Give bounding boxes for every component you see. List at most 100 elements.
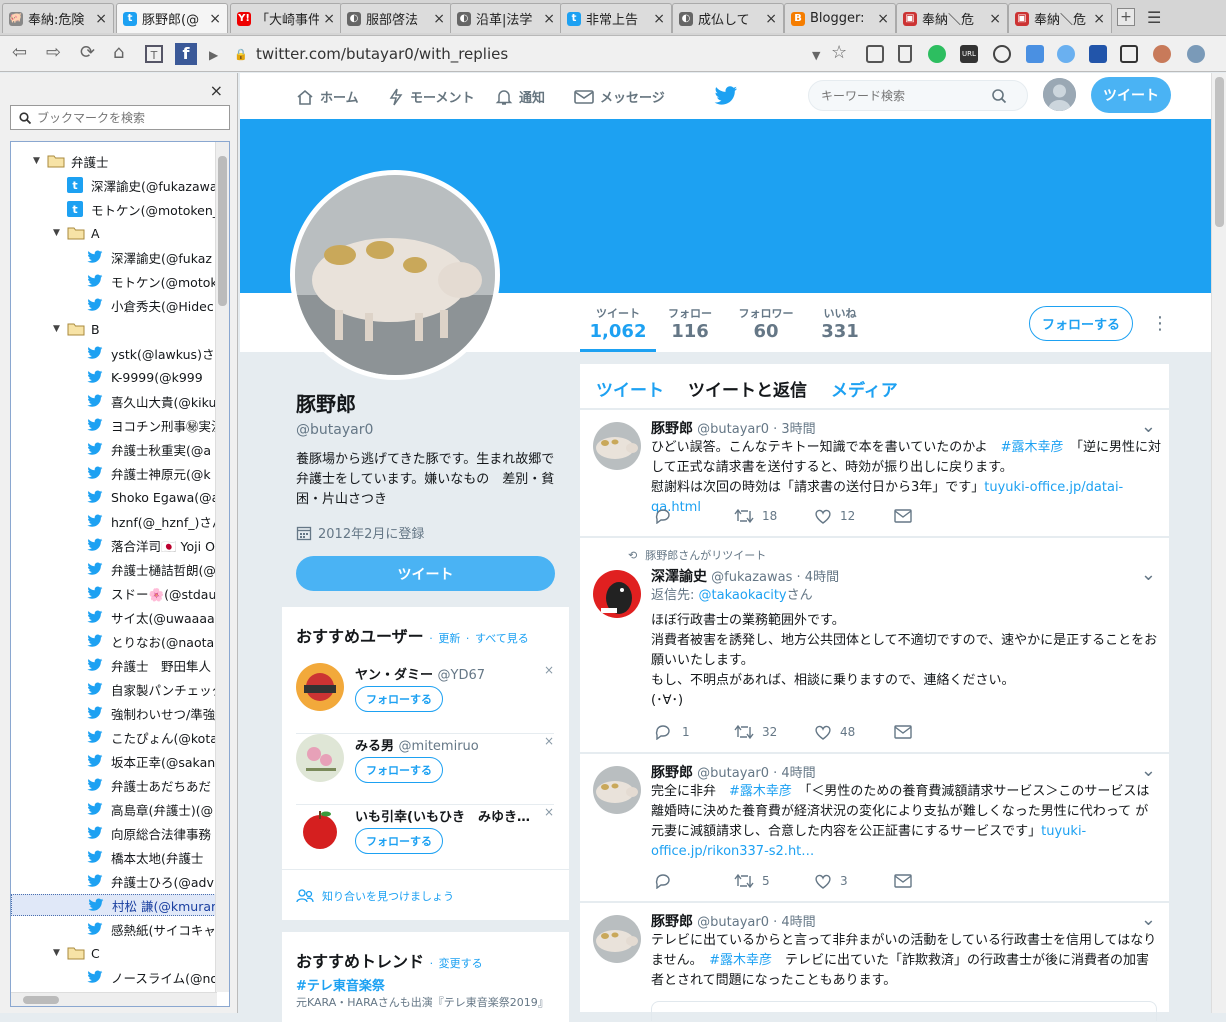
tweet-avatar[interactable] [593, 570, 641, 618]
bookmark-icon[interactable] [898, 45, 912, 63]
bookmark-item[interactable]: hznf(@_hznf_)さん [11, 510, 216, 532]
hashtag-link[interactable]: #露木幸彦 [709, 953, 772, 968]
tab-close-icon[interactable]: × [433, 11, 445, 27]
browser-tab[interactable]: Y! 「大崎事件 × [230, 3, 342, 33]
bookmark-item[interactable]: 弁護士あだちあだ [11, 774, 216, 796]
bookmark-item[interactable]: 坂本正幸(@sakan [11, 750, 216, 772]
bookmark-item[interactable]: 小倉秀夫(@Hidec [11, 294, 216, 316]
bookmark-item[interactable]: Shoko Egawa(@a [11, 486, 216, 508]
bookmark-item[interactable]: 向原総合法律事務 [11, 822, 216, 844]
page-scrollbar[interactable] [1211, 73, 1226, 1013]
trend-tag[interactable]: #テレ東音楽祭 [296, 975, 385, 994]
bookmark-search[interactable] [10, 105, 230, 130]
page-scroll-thumb[interactable] [1215, 77, 1224, 227]
tweet-author-handle[interactable]: @butayar0 [697, 915, 769, 930]
star-icon[interactable]: ☆ [831, 44, 847, 62]
suggested-user-avatar[interactable] [296, 663, 344, 711]
tree-vertical-scroll-thumb[interactable] [218, 156, 227, 306]
twitter-search-input[interactable] [821, 88, 991, 103]
tab-close-icon[interactable]: × [209, 11, 221, 27]
bookmark-item[interactable]: 弁護士樋詰哲朗(@ [11, 558, 216, 580]
dismiss-icon[interactable]: × [544, 805, 554, 819]
change-trends-link[interactable]: 変更する [439, 957, 483, 970]
tweet-time[interactable]: · 4時間 [797, 570, 840, 585]
bookmark-item[interactable]: 弁護士ひろ(@adv [11, 870, 216, 892]
bookmark-item[interactable]: 橋本太地(弁護士 [11, 846, 216, 868]
bookmark-item[interactable]: 自家製パンチェッタ [11, 678, 216, 700]
suggested-user-avatar[interactable] [296, 805, 344, 853]
tweet-menu-chevron-icon[interactable]: ⌄ [1141, 566, 1156, 584]
hashtag-link[interactable]: #露木幸彦 [1001, 440, 1064, 455]
new-tab-button[interactable]: + [1117, 8, 1135, 26]
twitter-search[interactable] [808, 80, 1028, 111]
nav-home[interactable]: ホーム [296, 87, 359, 106]
like-action[interactable]: 12 [814, 508, 894, 524]
tree-horizontal-scrollbar[interactable] [11, 992, 217, 1006]
tweet-menu-chevron-icon[interactable]: ⌄ [1141, 762, 1156, 780]
url-text[interactable]: twitter.com/butayar0/with_replies [256, 45, 508, 63]
bookmark-item[interactable]: 感熱紙(サイコキャ [11, 918, 216, 940]
bookmark-folder[interactable]: ▼ A [11, 222, 216, 244]
tree-vertical-scrollbar[interactable] [215, 142, 229, 992]
browser-tab[interactable]: B Blogger: × [784, 3, 896, 33]
bookmark-item[interactable]: モトケン(@motok [11, 270, 216, 292]
browser-tab[interactable]: ◐ 服部啓法 × [340, 3, 452, 33]
bookmark-item[interactable]: とりなお(@naotan [11, 630, 216, 652]
tweet[interactable]: ⟲ 豚野郎さんがリツイート 深澤諭史 @fukazawas · 4時間 ⌄ 返信先: @… [580, 538, 1169, 753]
tab-close-icon[interactable]: × [765, 11, 777, 27]
library-icon[interactable]: T [145, 45, 163, 63]
reply-action[interactable] [654, 873, 734, 889]
url-dropdown-icon[interactable]: ▼ [812, 47, 820, 65]
retweet-context-label[interactable]: 豚野郎さんがリツイート [645, 549, 766, 562]
url-shortener-icon[interactable]: URL [960, 45, 978, 63]
bookmark-item[interactable]: 強制わいせつ/準強 [11, 702, 216, 724]
dm-action[interactable] [894, 509, 912, 523]
expand-arrow-icon[interactable]: ▼ [53, 324, 63, 334]
twitter-bird-icon[interactable] [714, 86, 738, 106]
bookmark-item[interactable]: 落合洋司🇯🇵 Yoji O [11, 534, 216, 556]
bookmark-item[interactable]: ヨコチン刑事㊙実況 [11, 414, 216, 436]
tweet-time[interactable]: · 4時間 [773, 915, 816, 930]
bookmark-folder[interactable]: ▼ 弁護士 [11, 150, 216, 172]
browser-tab[interactable]: ▣ 奉納＼危 × [1008, 3, 1112, 33]
tweet-author-name[interactable]: 豚野郎 [651, 421, 693, 437]
overflow-arrow-icon[interactable]: ▶ [209, 46, 218, 64]
tweet-author-handle[interactable]: @fukazawas [711, 570, 792, 585]
bookmark-item[interactable]: t 深澤諭史(@fukazawa [11, 174, 216, 196]
find-friends-link[interactable]: 知り合いを見つけましょう [296, 888, 454, 904]
bookmark-folder[interactable]: ▼ C [11, 942, 216, 964]
follow-button[interactable]: フォローする [1029, 306, 1133, 341]
tree-horizontal-scroll-thumb[interactable] [23, 996, 59, 1004]
nav-moments[interactable]: モーメント [388, 87, 474, 106]
more-options-icon[interactable]: ⋮ [1151, 313, 1169, 334]
bookmark-item[interactable]: t モトケン(@motoken_ [11, 198, 216, 220]
profile-icon[interactable] [1153, 45, 1171, 63]
tweet[interactable]: 豚野郎 @butayar0 · 3時間 ⌄ ひどい誤答。こんなテキトー知識で本を書い… [580, 410, 1169, 537]
profile-name[interactable]: 豚野郎 [296, 388, 566, 417]
suggested-user-avatar[interactable] [296, 734, 344, 782]
bookmark-item[interactable]: 深澤諭史(@fukaz [11, 246, 216, 268]
extension-pen-icon[interactable] [1089, 45, 1107, 63]
tab-tweets[interactable]: ツイート [596, 376, 664, 401]
tweet-menu-chevron-icon[interactable]: ⌄ [1141, 418, 1156, 436]
stat-likes[interactable]: いいね 331 [818, 305, 862, 342]
suggested-user-name[interactable]: みる男 @mitemiruo [355, 735, 535, 754]
retweet-action[interactable]: 18 [734, 508, 814, 524]
follow-button[interactable]: フォローする [355, 757, 443, 783]
facebook-icon[interactable]: f [175, 43, 197, 65]
like-action[interactable]: 3 [814, 873, 894, 889]
tweet-time[interactable]: · 3時間 [773, 422, 816, 437]
tweet-author-handle[interactable]: @butayar0 [697, 766, 769, 781]
tweet-author-name[interactable]: 豚野郎 [651, 765, 693, 781]
browser-tab[interactable]: t 非常上告 × [560, 3, 672, 33]
reply-to-mention[interactable]: @takaokacity [699, 588, 787, 603]
retweet-action[interactable]: 5 [734, 873, 814, 889]
suggested-user-name[interactable]: ヤン・ダミー @YD67 [355, 664, 535, 683]
tweet[interactable]: 豚野郎 @butayar0 · 4時間 ⌄ テレビに出ているからと言って非弁まがいの… [580, 903, 1169, 1021]
back-icon[interactable]: ⇦ [12, 44, 27, 62]
url-link[interactable]: tuyuki-office.jp/rikon337-s2.ht… [651, 824, 1086, 859]
tweet-author-handle[interactable]: @butayar0 [697, 422, 769, 437]
dismiss-icon[interactable]: × [544, 663, 554, 677]
tab-list-icon[interactable]: ☰ [1147, 8, 1161, 27]
profile-avatar[interactable] [290, 170, 500, 380]
